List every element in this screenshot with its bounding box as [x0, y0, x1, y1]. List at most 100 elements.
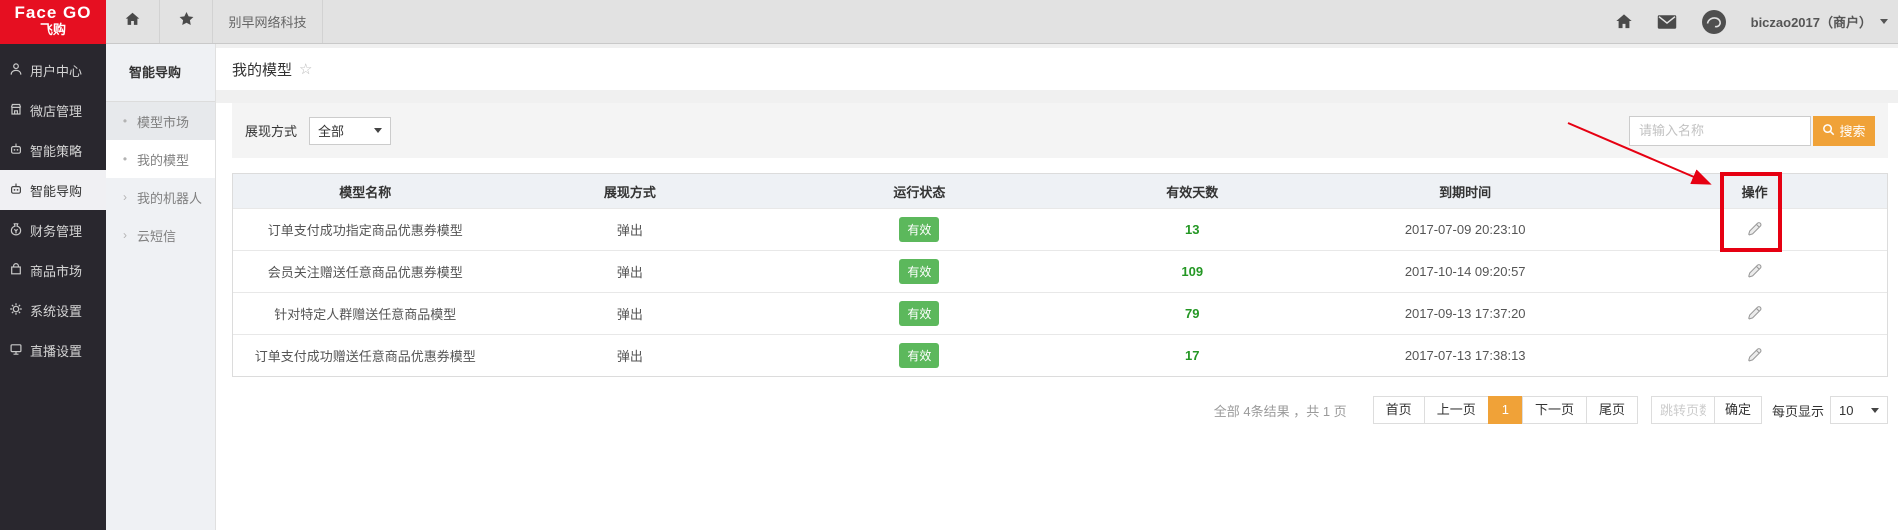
results-summary: 全部 4条结果 ，共 1 页: [1214, 401, 1347, 420]
cell-valid-days: 13: [1077, 222, 1309, 237]
status-badge: 有效: [899, 217, 939, 242]
search-group: 搜索: [1629, 116, 1875, 146]
status-badge: 有效: [899, 343, 939, 368]
chevron-down-icon: [1871, 408, 1879, 413]
home-icon: [124, 11, 141, 32]
sidebar-item-finance[interactable]: 财务管理: [0, 210, 106, 250]
cell-expire-time: 2017-07-09 20:23:10: [1308, 222, 1622, 237]
edit-icon[interactable]: [1746, 346, 1763, 363]
robot-icon: [9, 182, 23, 199]
sidebar-item-smart-strategy[interactable]: 智能策略: [0, 130, 106, 170]
nav-home-button[interactable]: [106, 0, 160, 43]
cell-model-name: 订单支付成功赠送任意商品优惠券模型: [233, 346, 498, 365]
avatar[interactable]: [1701, 9, 1727, 35]
cell-actions: [1622, 262, 1887, 282]
logo-text-secondary: 飞购: [0, 22, 106, 38]
last-page-button[interactable]: 尾页: [1586, 396, 1638, 424]
submenu-item-cloud-sms[interactable]: › 云短信: [106, 216, 215, 254]
sidebar-item-system-settings[interactable]: 系统设置: [0, 290, 106, 330]
jump-page-input[interactable]: [1651, 396, 1715, 424]
sidebar-item-user-center[interactable]: 用户中心: [0, 50, 106, 90]
cell-expire-time: 2017-10-14 09:20:57: [1308, 264, 1622, 279]
col-header-display-mode: 展现方式: [498, 182, 763, 201]
store-icon: [9, 102, 23, 119]
cell-valid-days: 109: [1077, 264, 1309, 279]
cell-model-name: 订单支付成功指定商品优惠券模型: [233, 220, 498, 239]
app-logo[interactable]: Face GO 飞购: [0, 0, 106, 44]
cell-display-mode: 弹出: [498, 304, 763, 323]
cell-expire-time: 2017-07-13 17:38:13: [1308, 348, 1622, 363]
submenu-item-model-market[interactable]: • 模型市场: [106, 102, 215, 140]
display-mode-select[interactable]: 全部: [309, 117, 391, 145]
cell-model-name: 针对特定人群赠送任意商品模型: [233, 304, 498, 323]
table-row: 订单支付成功指定商品优惠券模型 弹出 有效 13 2017-07-09 20:2…: [233, 208, 1887, 250]
confirm-button[interactable]: 确定: [1714, 396, 1762, 424]
search-icon: [1822, 123, 1835, 139]
submenu-title: 智能导购: [106, 44, 215, 102]
cell-run-status: 有效: [762, 343, 1076, 368]
current-page-button[interactable]: 1: [1488, 396, 1523, 424]
filter-left-group: 展现方式 全部: [245, 117, 391, 145]
cell-display-mode: 弹出: [498, 262, 763, 281]
main-sidebar: 用户中心 微店管理 智能策略 智能导购 财务管理 商品市场 系统设置: [0, 44, 106, 530]
table-header-row: 模型名称 展现方式 运行状态 有效天数 到期时间 操作: [233, 174, 1887, 208]
company-name: 别早网络科技: [213, 0, 323, 43]
first-page-button[interactable]: 首页: [1373, 396, 1425, 424]
sidebar-item-smart-guide[interactable]: 智能导购: [0, 170, 106, 210]
divider-band: [216, 90, 1898, 103]
sidebar-item-live-settings[interactable]: 直播设置: [0, 330, 106, 370]
cell-run-status: 有效: [762, 301, 1076, 326]
next-page-button[interactable]: 下一页: [1522, 396, 1587, 424]
home-icon[interactable]: [1615, 13, 1633, 30]
chevron-down-icon: [1880, 19, 1888, 24]
bullet-icon: •: [121, 152, 129, 166]
models-table: 模型名称 展现方式 运行状态 有效天数 到期时间 操作 订单支付成功指定商品优惠…: [232, 173, 1888, 377]
search-button[interactable]: 搜索: [1813, 116, 1875, 146]
cell-model-name: 会员关注赠送任意商品优惠券模型: [233, 262, 498, 281]
pagination-bar: 全部 4条结果 ，共 1 页 首页 上一页 1 下一页 尾页 确定 每页显示 1…: [232, 396, 1888, 424]
edit-icon[interactable]: [1746, 262, 1763, 279]
per-page-value: 10: [1839, 403, 1853, 418]
status-badge: 有效: [899, 259, 939, 284]
search-input[interactable]: [1629, 116, 1811, 146]
submenu-item-my-robots[interactable]: › 我的机器人: [106, 178, 215, 216]
page-title: 我的模型: [232, 59, 292, 80]
per-page-select[interactable]: 10: [1830, 396, 1888, 424]
chevron-right-icon: ›: [121, 228, 129, 242]
col-header-run-status: 运行状态: [762, 182, 1076, 201]
favorite-star-icon[interactable]: ☆: [299, 60, 312, 78]
edit-icon[interactable]: [1746, 220, 1763, 237]
gear-icon: [9, 302, 23, 319]
sidebar-item-shop-management[interactable]: 微店管理: [0, 90, 106, 130]
cell-valid-days: 17: [1077, 348, 1309, 363]
prev-page-button[interactable]: 上一页: [1424, 396, 1489, 424]
cell-run-status: 有效: [762, 259, 1076, 284]
nav-favorite-button[interactable]: [160, 0, 213, 43]
cell-run-status: 有效: [762, 217, 1076, 242]
user-menu[interactable]: biczao2017（商户）: [1751, 12, 1888, 31]
cell-actions: [1622, 346, 1887, 366]
submenu-sidebar: 智能导购 • 模型市场 • 我的模型 › 我的机器人 › 云短信: [106, 44, 216, 530]
col-header-model-name: 模型名称: [233, 182, 498, 201]
page-title-bar: 我的模型 ☆: [216, 48, 1898, 90]
per-page-label: 每页显示: [1772, 401, 1824, 420]
logo-text-primary: Face GO: [0, 0, 106, 22]
robot-icon: [9, 142, 23, 159]
table-row: 针对特定人群赠送任意商品模型 弹出 有效 79 2017-09-13 17:37…: [233, 292, 1887, 334]
bullet-icon: •: [121, 114, 129, 128]
cell-actions: [1622, 220, 1887, 240]
submenu-item-my-models[interactable]: • 我的模型: [106, 140, 215, 178]
main-content: 我的模型 ☆ 展现方式 全部 搜索 模型名称 展现方式 运行状态: [216, 44, 1898, 530]
cell-display-mode: 弹出: [498, 346, 763, 365]
sidebar-item-goods-market[interactable]: 商品市场: [0, 250, 106, 290]
moneybag-icon: [9, 222, 23, 239]
mail-icon[interactable]: [1657, 14, 1677, 30]
col-header-actions: 操作: [1622, 182, 1887, 201]
table-row: 会员关注赠送任意商品优惠券模型 弹出 有效 109 2017-10-14 09:…: [233, 250, 1887, 292]
display-mode-value: 全部: [318, 121, 344, 140]
navbar-right-group: biczao2017（商户）: [1615, 0, 1888, 43]
display-mode-label: 展现方式: [245, 121, 297, 140]
edit-icon[interactable]: [1746, 304, 1763, 321]
shopping-bag-icon: [9, 262, 23, 279]
table-row: 订单支付成功赠送任意商品优惠券模型 弹出 有效 17 2017-07-13 17…: [233, 334, 1887, 376]
